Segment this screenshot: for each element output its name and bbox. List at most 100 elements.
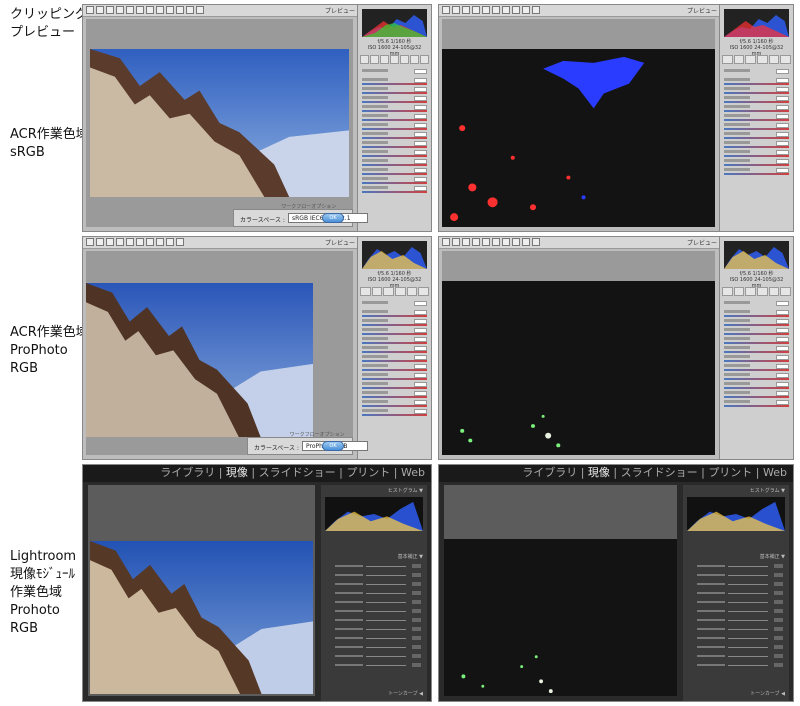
slider-row[interactable]	[724, 78, 789, 85]
slider-row[interactable]	[689, 626, 783, 634]
straighten-tool-icon[interactable]	[136, 238, 144, 246]
slider-row[interactable]	[362, 105, 427, 112]
crop-tool-icon[interactable]	[126, 6, 134, 14]
slider-row[interactable]	[362, 123, 427, 130]
hand-tool-icon[interactable]	[96, 6, 104, 14]
slider-row[interactable]	[724, 114, 789, 121]
adjustment-brush-icon[interactable]	[522, 6, 530, 14]
spot-removal-icon[interactable]	[146, 238, 154, 246]
slider-row[interactable]	[724, 69, 789, 76]
tab-hsl[interactable]	[390, 55, 399, 64]
slider-row[interactable]	[362, 141, 427, 148]
zoom-tool-icon[interactable]	[442, 6, 450, 14]
slider-row[interactable]	[327, 626, 421, 634]
adjustment-brush-icon[interactable]	[522, 238, 530, 246]
ok-button[interactable]: OK	[322, 213, 344, 223]
preview-checkbox[interactable]: プレビュー	[325, 6, 355, 15]
slider-row[interactable]	[724, 364, 789, 371]
color-sampler-icon[interactable]	[116, 6, 124, 14]
nav-library[interactable]: ライブラリ	[160, 466, 215, 479]
crop-tool-icon[interactable]	[482, 6, 490, 14]
tab-split[interactable]	[768, 55, 780, 64]
slider-row[interactable]	[362, 382, 427, 389]
slider-row[interactable]	[362, 177, 427, 184]
slider-row[interactable]	[362, 310, 427, 317]
color-sampler-icon[interactable]	[472, 6, 480, 14]
histogram-header[interactable]: ヒストグラム ▼	[687, 487, 785, 494]
straighten-tool-icon[interactable]	[136, 6, 144, 14]
tab-split[interactable]	[400, 55, 409, 64]
slider-row[interactable]	[362, 96, 427, 103]
slider-row[interactable]	[724, 123, 789, 130]
nav-print[interactable]: プリント	[708, 466, 752, 479]
tab-basic[interactable]	[722, 55, 733, 64]
slider-row[interactable]	[362, 301, 427, 308]
slider-row[interactable]	[724, 346, 789, 353]
nav-slideshow[interactable]: スライドショー	[621, 466, 698, 479]
slider-row[interactable]	[724, 132, 789, 139]
nav-library[interactable]: ライブラリ	[522, 466, 577, 479]
red-eye-icon[interactable]	[156, 6, 164, 14]
zoom-tool-icon[interactable]	[86, 238, 94, 246]
slider-row[interactable]	[724, 337, 789, 344]
white-balance-tool-icon[interactable]	[106, 238, 114, 246]
tab-tone-curve[interactable]	[733, 287, 745, 296]
slider-row[interactable]	[362, 346, 427, 353]
ok-button[interactable]: OK	[322, 441, 344, 451]
slider-row[interactable]	[724, 96, 789, 103]
spot-removal-icon[interactable]	[146, 6, 154, 14]
hand-tool-icon[interactable]	[452, 238, 460, 246]
slider-row[interactable]	[362, 159, 427, 166]
slider-row[interactable]	[327, 572, 421, 580]
preview-checkbox[interactable]: プレビュー	[687, 6, 717, 15]
nav-slideshow[interactable]: スライドショー	[259, 466, 336, 479]
red-eye-icon[interactable]	[156, 238, 164, 246]
slider-row[interactable]	[689, 653, 783, 661]
slider-row[interactable]	[362, 168, 427, 175]
tab-detail[interactable]	[745, 287, 757, 296]
spot-removal-icon[interactable]	[502, 6, 510, 14]
slider-row[interactable]	[724, 301, 789, 308]
slider-row[interactable]	[327, 563, 421, 571]
slider-row[interactable]	[724, 319, 789, 326]
tab-hsl[interactable]	[757, 55, 768, 64]
slider-row[interactable]	[689, 662, 783, 670]
white-balance-tool-icon[interactable]	[462, 238, 470, 246]
slider-row[interactable]	[724, 141, 789, 148]
slider-row[interactable]	[689, 581, 783, 589]
hand-tool-icon[interactable]	[96, 238, 104, 246]
nav-print[interactable]: プリント	[346, 466, 390, 479]
slider-row[interactable]	[724, 310, 789, 317]
slider-row[interactable]	[724, 400, 789, 407]
slider-row[interactable]	[689, 617, 783, 625]
slider-row[interactable]	[362, 78, 427, 85]
straighten-tool-icon[interactable]	[492, 6, 500, 14]
slider-row[interactable]	[327, 590, 421, 598]
tab-lens[interactable]	[410, 55, 419, 64]
zoom-tool-icon[interactable]	[86, 6, 94, 14]
slider-row[interactable]	[689, 599, 783, 607]
tab-split[interactable]	[768, 287, 780, 296]
nav-develop[interactable]: 現像	[588, 466, 610, 479]
preferences-icon[interactable]	[176, 6, 184, 14]
nav-web[interactable]: Web	[763, 466, 787, 479]
slider-row[interactable]	[724, 355, 789, 362]
slider-row[interactable]	[327, 644, 421, 652]
slider-row[interactable]	[362, 186, 427, 193]
zoom-tool-icon[interactable]	[442, 238, 450, 246]
slider-row[interactable]	[362, 150, 427, 157]
histogram-header[interactable]: ヒストグラム ▼	[325, 487, 423, 494]
slider-row[interactable]	[689, 590, 783, 598]
slider-row[interactable]	[724, 382, 789, 389]
color-sampler-icon[interactable]	[472, 238, 480, 246]
spot-removal-icon[interactable]	[502, 238, 510, 246]
slider-row[interactable]	[724, 168, 789, 175]
nav-web[interactable]: Web	[401, 466, 425, 479]
slider-row[interactable]	[327, 635, 421, 643]
slider-row[interactable]	[362, 328, 427, 335]
preferences-icon[interactable]	[176, 238, 184, 246]
tab-tone-curve[interactable]	[370, 55, 379, 64]
slider-row[interactable]	[362, 69, 427, 76]
adjustment-brush-icon[interactable]	[166, 238, 174, 246]
slider-row[interactable]	[362, 337, 427, 344]
